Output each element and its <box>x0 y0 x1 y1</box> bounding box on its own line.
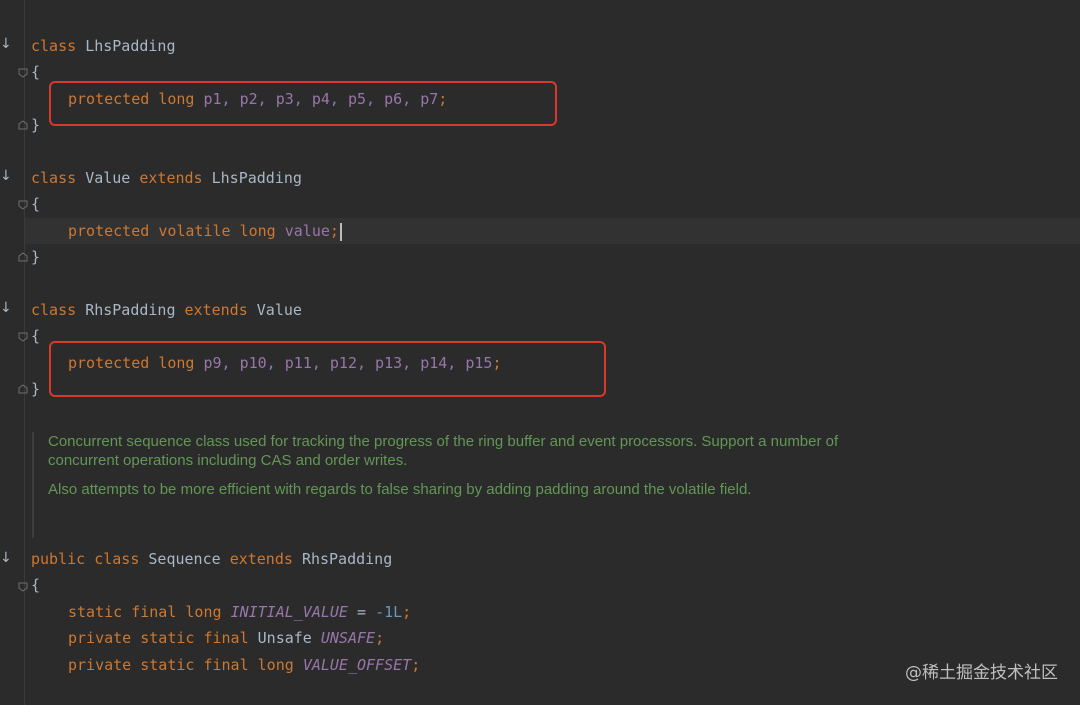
brace: { <box>31 63 41 81</box>
code-line-value-offset[interactable]: private static final long VALUE_OFFSET; <box>68 652 420 678</box>
semicolon: ; <box>375 629 385 647</box>
fold-end-icon[interactable] <box>18 384 28 394</box>
override-arrow-icon[interactable]: ↓ <box>0 166 12 186</box>
code-line-close-brace[interactable]: } <box>31 112 40 138</box>
highlight-box-lhs-padding <box>49 81 557 126</box>
keyword-class: class <box>31 169 77 187</box>
number-literal: -1L <box>375 603 403 621</box>
constant-name: UNSAFE <box>320 629 376 647</box>
keyword-long: long <box>239 222 276 240</box>
class-name: Sequence <box>148 550 221 568</box>
code-line-value-decl[interactable]: class Value extends LhsPadding <box>31 165 302 191</box>
semicolon: ; <box>411 656 421 674</box>
type-name: Unsafe <box>257 629 312 647</box>
class-name: Value <box>85 169 131 187</box>
keyword-volatile: volatile <box>158 222 231 240</box>
keyword-class: class <box>31 37 77 55</box>
brace: { <box>31 576 41 594</box>
fold-collapse-icon[interactable] <box>18 582 28 592</box>
code-line-lhs-decl[interactable]: class LhsPadding <box>31 33 176 59</box>
modifiers: static final long <box>68 603 222 621</box>
brace: { <box>31 195 41 213</box>
code-line-open-brace[interactable]: { <box>31 59 40 85</box>
editor-gutter-divider <box>24 0 25 705</box>
javadoc-paragraph: Concurrent sequence class used for track… <box>48 433 839 469</box>
fold-collapse-icon[interactable] <box>18 332 28 342</box>
fold-collapse-icon[interactable] <box>18 200 28 210</box>
semicolon: ; <box>329 222 339 240</box>
brace: { <box>31 327 41 345</box>
brace: } <box>31 116 41 134</box>
parent-class-name: RhsPadding <box>301 550 393 568</box>
class-name: LhsPadding <box>85 37 176 55</box>
code-line-initial-value[interactable]: static final long INITIAL_VALUE = -1L; <box>68 599 411 625</box>
code-line-unsafe[interactable]: private static final Unsafe UNSAFE; <box>68 625 384 651</box>
code-line-open-brace[interactable]: { <box>31 572 40 598</box>
text-caret <box>339 222 342 241</box>
brace: } <box>31 248 41 266</box>
code-line-open-brace[interactable]: { <box>31 191 40 217</box>
highlight-box-rhs-padding <box>49 341 606 397</box>
constant-name: VALUE_OFFSET <box>302 656 412 674</box>
field-value: value <box>284 222 330 240</box>
override-arrow-icon[interactable]: ↓ <box>0 34 12 54</box>
code-line-value-field[interactable]: protected volatile long value; <box>68 218 342 244</box>
keyword-extends: extends <box>184 301 248 319</box>
code-line-close-brace[interactable]: } <box>31 376 40 402</box>
keyword-extends: extends <box>229 550 293 568</box>
javadoc-rendered[interactable]: Concurrent sequence class used for track… <box>32 432 848 538</box>
parent-class-name: Value <box>256 301 302 319</box>
watermark: @稀土掘金技术社区 <box>905 663 1058 683</box>
override-arrow-icon[interactable]: ↓ <box>0 548 12 568</box>
modifiers: private static final long <box>68 656 294 674</box>
class-name: RhsPadding <box>85 301 176 319</box>
keyword-protected: protected <box>68 222 150 240</box>
fold-collapse-icon[interactable] <box>18 68 28 78</box>
keyword-class: class <box>31 301 77 319</box>
fold-end-icon[interactable] <box>18 252 28 262</box>
modifiers: private static final <box>68 629 249 647</box>
keyword-public: public <box>31 550 86 568</box>
code-line-sequence-decl[interactable]: public class Sequence extends RhsPadding <box>31 546 392 572</box>
keyword-extends: extends <box>139 169 203 187</box>
keyword-class: class <box>94 550 140 568</box>
constant-name: INITIAL_VALUE <box>230 603 348 621</box>
semicolon: ; <box>402 603 412 621</box>
javadoc-paragraph: Also attempts to be more efficient with … <box>48 481 752 498</box>
code-line-rhs-decl[interactable]: class RhsPadding extends Value <box>31 297 302 323</box>
operator: = <box>347 603 376 621</box>
parent-class-name: LhsPadding <box>211 169 302 187</box>
code-line-close-brace[interactable]: } <box>31 244 40 270</box>
override-arrow-icon[interactable]: ↓ <box>0 298 12 318</box>
code-line-open-brace[interactable]: { <box>31 323 40 349</box>
fold-end-icon[interactable] <box>18 120 28 130</box>
brace: } <box>31 380 41 398</box>
